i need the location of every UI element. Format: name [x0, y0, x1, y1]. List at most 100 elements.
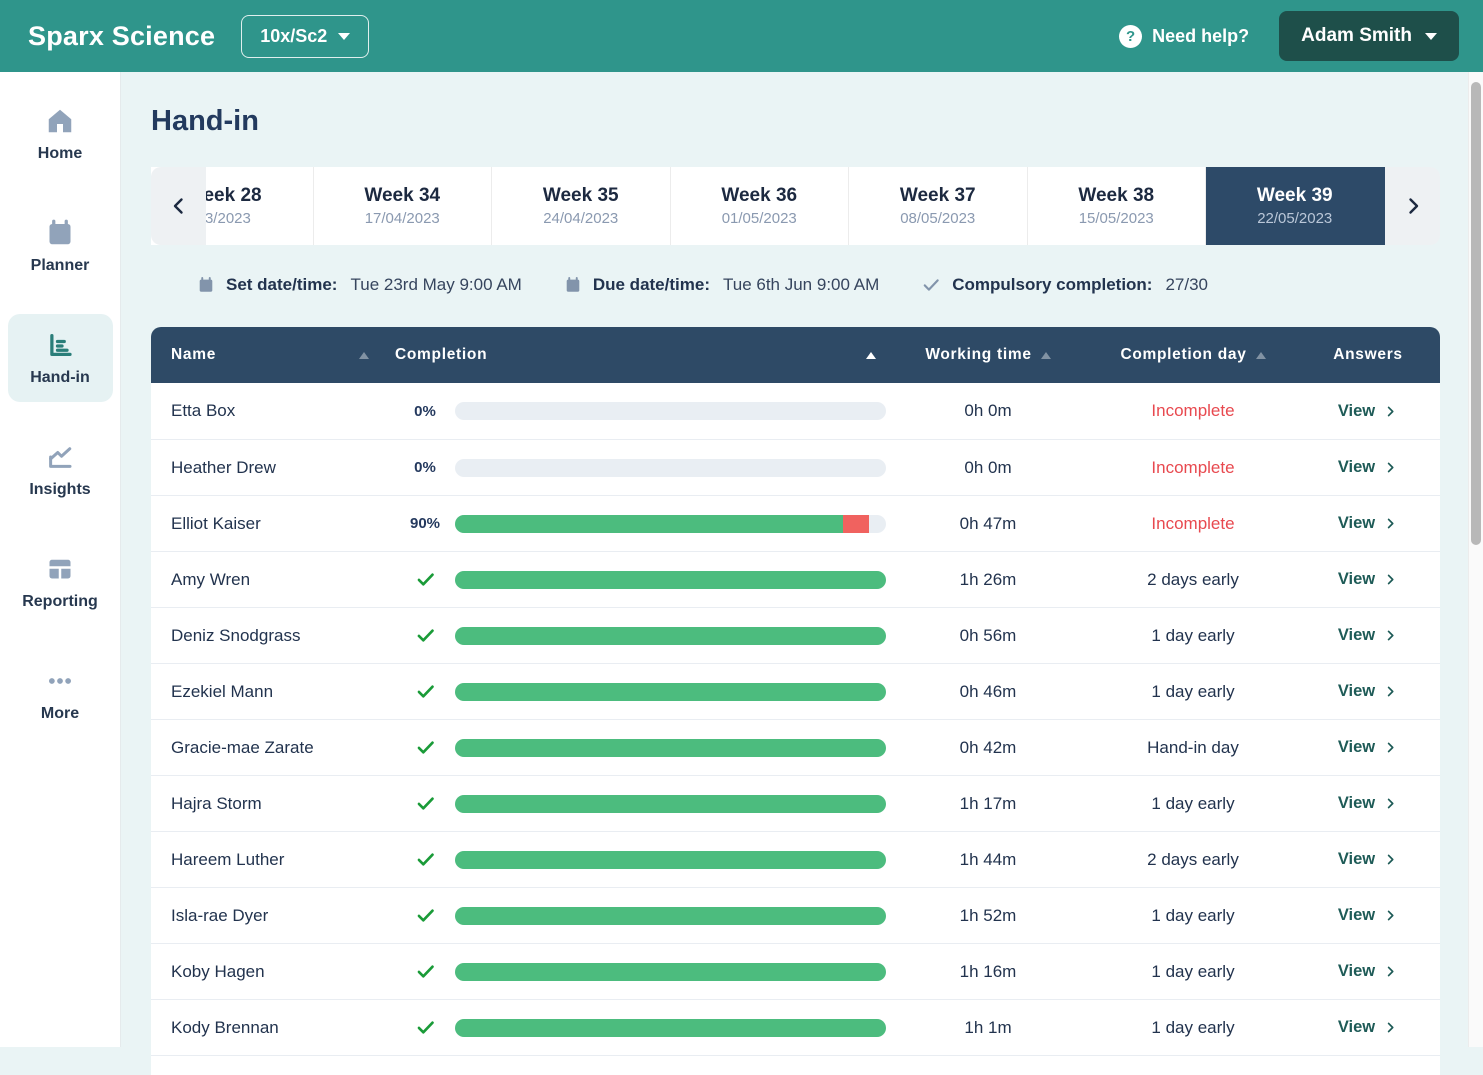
view-answers-link[interactable]: View — [1296, 682, 1440, 701]
user-name: Adam Smith — [1301, 25, 1412, 47]
working-time: 1h 1m — [886, 1018, 1090, 1038]
working-time: 0h 42m — [886, 738, 1090, 758]
working-time: 0h 0m — [886, 458, 1090, 478]
chevron-right-icon — [1383, 796, 1398, 811]
week-tab[interactable]: Week 37 08/05/2023 — [849, 167, 1028, 245]
table-row: Elliot Kaiser 90% 0h 47m Incomplete View — [151, 495, 1440, 551]
sidebar-item-label: Reporting — [22, 593, 98, 611]
student-name: Elliot Kaiser — [151, 514, 395, 534]
completion-day: 1 day early — [1090, 1018, 1296, 1038]
student-name: Heather Drew — [151, 458, 395, 478]
working-time: 0h 0m — [886, 401, 1090, 421]
view-label: View — [1338, 850, 1375, 869]
sidebar-item-label: Home — [38, 145, 82, 163]
completion-day: 2 days early — [1090, 570, 1296, 590]
progress-green — [455, 683, 886, 701]
view-answers-link[interactable]: View — [1296, 402, 1440, 421]
completion-day: 1 day early — [1090, 682, 1296, 702]
set-date-value: Tue 23rd May 9:00 AM — [350, 275, 521, 295]
complete-check-icon — [415, 737, 436, 758]
view-answers-link[interactable]: View — [1296, 458, 1440, 477]
view-answers-link[interactable]: View — [1296, 850, 1440, 869]
next-week-button[interactable] — [1385, 167, 1440, 245]
completion-day: Incomplete — [1090, 458, 1296, 478]
sidebar-item-planner[interactable]: Planner — [8, 202, 113, 290]
chevron-right-icon — [1383, 1020, 1398, 1035]
scrollbar-thumb[interactable] — [1471, 82, 1481, 545]
student-name: Etta Box — [151, 401, 395, 421]
view-answers-link[interactable]: View — [1296, 906, 1440, 925]
student-name: Deniz Snodgrass — [151, 626, 395, 646]
progress-bar — [455, 571, 886, 589]
hand-in-chart-icon — [45, 330, 75, 360]
week-tab-date: 24/04/2023 — [543, 210, 618, 227]
completion-day: 1 day early — [1090, 626, 1296, 646]
complete-check-icon — [415, 961, 436, 982]
vertical-scrollbar — [1468, 72, 1483, 1047]
sidebar: Home Planner Hand-in Insights — [0, 72, 121, 1047]
sidebar-item-reporting[interactable]: Reporting — [8, 538, 113, 626]
report-table-icon — [45, 554, 75, 584]
column-header-completion-day[interactable]: Completion day — [1090, 346, 1296, 364]
complete-check-icon — [415, 849, 436, 870]
table-row: Etta Box 0% 0h 0m Incomplete View — [151, 383, 1440, 439]
view-label: View — [1338, 682, 1375, 701]
chevron-right-icon — [1383, 740, 1398, 755]
completion-percent: 90% — [410, 515, 440, 532]
sidebar-item-more[interactable]: More — [8, 650, 113, 738]
need-help-button[interactable]: ? Need help? — [1119, 25, 1249, 48]
sidebar-item-home[interactable]: Home — [8, 90, 113, 178]
topbar: Sparx Science 10x/Sc2 ? Need help? Adam … — [0, 0, 1483, 72]
sidebar-item-label: Hand-in — [30, 369, 90, 387]
table-row: Deniz Snodgrass 0h 56m 1 day early View — [151, 607, 1440, 663]
complete-check-icon — [415, 681, 436, 702]
chevron-right-icon — [1383, 684, 1398, 699]
view-answers-link[interactable]: View — [1296, 794, 1440, 813]
progress-bar — [455, 683, 886, 701]
sort-ascending-icon — [866, 352, 876, 359]
class-selector-dropdown[interactable]: 10x/Sc2 — [241, 15, 369, 58]
progress-green — [455, 1019, 886, 1037]
progress-bar — [455, 963, 886, 981]
view-label: View — [1338, 962, 1375, 981]
set-date-group: Set date/time: Tue 23rd May 9:00 AM — [197, 275, 522, 295]
home-icon — [45, 106, 75, 136]
week-tab[interactable]: Week 34 17/04/2023 — [314, 167, 493, 245]
prev-week-button[interactable] — [151, 167, 206, 245]
progress-track — [455, 1019, 886, 1037]
column-header-name[interactable]: Name — [151, 346, 395, 364]
view-answers-link[interactable]: View — [1296, 514, 1440, 533]
view-answers-link[interactable]: View — [1296, 626, 1440, 645]
week-tab-label: Week 39 — [1257, 185, 1333, 207]
progress-red — [843, 515, 869, 533]
sidebar-item-insights[interactable]: Insights — [8, 426, 113, 514]
chevron-left-icon — [167, 194, 191, 218]
progress-track — [455, 627, 886, 645]
week-tab[interactable]: Week 36 01/05/2023 — [671, 167, 850, 245]
week-tab[interactable]: Week 39 22/05/2023 — [1206, 167, 1385, 245]
handin-table-body: Etta Box 0% 0h 0m Incomplete View Heathe… — [151, 383, 1440, 1075]
week-tab[interactable]: Week 35 24/04/2023 — [492, 167, 671, 245]
progress-bar — [455, 795, 886, 813]
week-tab-label: Week 37 — [900, 185, 976, 207]
week-tab-date: 15/05/2023 — [1079, 210, 1154, 227]
set-date-label: Set date/time: — [226, 275, 337, 295]
week-tab[interactable]: Week 38 15/05/2023 — [1028, 167, 1207, 245]
column-header-completion[interactable]: Completion — [395, 346, 886, 364]
working-time: 1h 17m — [886, 794, 1090, 814]
view-answers-link[interactable]: View — [1296, 570, 1440, 589]
compulsory-completion-value: 27/30 — [1165, 275, 1208, 295]
line-chart-icon — [45, 442, 75, 472]
student-name: Isla-rae Dyer — [151, 906, 395, 926]
user-menu-button[interactable]: Adam Smith — [1279, 11, 1459, 61]
view-answers-link[interactable]: View — [1296, 1018, 1440, 1037]
chevron-down-icon — [338, 33, 350, 40]
view-answers-link[interactable]: View — [1296, 738, 1440, 757]
sidebar-item-hand-in[interactable]: Hand-in — [8, 314, 113, 402]
progress-green — [455, 963, 886, 981]
column-label: Completion day — [1120, 346, 1246, 364]
view-answers-link[interactable]: View — [1296, 962, 1440, 981]
column-header-working-time[interactable]: Working time — [886, 346, 1090, 364]
column-label: Completion — [395, 346, 487, 364]
student-name: Hajra Storm — [151, 794, 395, 814]
